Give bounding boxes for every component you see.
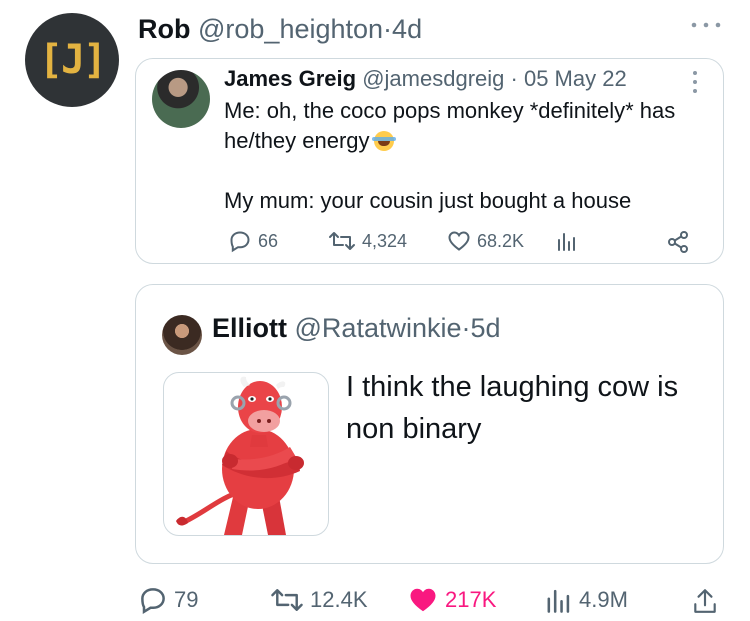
meta-separator: · — [510, 66, 518, 91]
quoted-retweet-count-label: 4,324 — [362, 230, 408, 251]
meta-separator: · — [461, 313, 471, 343]
heart-filled-icon — [410, 588, 436, 612]
reply-icon — [141, 588, 165, 614]
like-button[interactable]: 217K — [407, 585, 496, 615]
quoted-reply-count-label: 66 — [258, 230, 279, 251]
author-avatar[interactable]: [J] — [25, 13, 119, 107]
nested-tweet-text: I think the laughing cow is non binary — [346, 371, 679, 445]
author-name[interactable]: Rob — [138, 14, 190, 44]
more-horizontal-icon[interactable] — [688, 18, 724, 32]
red-cow-cartoon-image[interactable] — [163, 372, 329, 536]
tweet-time[interactable]: 4d — [392, 14, 422, 44]
retweet-icon — [271, 589, 303, 611]
nested-author-avatar[interactable] — [162, 315, 202, 355]
views-button[interactable]: 4.9M — [545, 585, 628, 615]
nested-author-name[interactable]: Elliott — [212, 313, 287, 343]
quoted-text-line2: My mum: your cousin just bought a house — [224, 188, 632, 213]
laughing-tears-emoji-icon — [371, 131, 396, 151]
retweet-button[interactable]: 12.4K — [270, 585, 368, 615]
reply-count: 79 — [174, 587, 199, 612]
quoted-reply-count[interactable]: 66 — [228, 229, 278, 253]
quoted-retweet-count[interactable]: 4,324 — [328, 229, 407, 253]
author-handle[interactable]: @rob_heighton — [198, 14, 383, 44]
quoted-tweet-date[interactable]: 05 May 22 — [524, 66, 627, 91]
avatar-logo-text: [J] — [38, 37, 107, 83]
like-count: 217K — [445, 587, 497, 612]
quoted-author-name[interactable]: James Greig — [224, 66, 356, 91]
reply-button[interactable]: 79 — [138, 585, 198, 615]
quoted-author-avatar[interactable] — [152, 70, 210, 128]
retweet-count: 12.4K — [310, 587, 368, 612]
reply-icon — [230, 231, 250, 253]
more-vertical-icon[interactable] — [692, 70, 698, 94]
quoted-author-handle[interactable]: @jamesdgreig — [362, 66, 504, 91]
quoted-like-count-label: 68.2K — [477, 230, 525, 251]
red-cow-illustration — [176, 376, 304, 535]
quoted-like-count[interactable]: 68.2K — [447, 229, 524, 253]
nested-author-handle[interactable]: @Ratatwinkie — [295, 313, 462, 343]
tweet-header: Rob @rob_heighton·4d — [138, 14, 422, 45]
nested-tweet-header: Elliott @Ratatwinkie·5d — [212, 313, 501, 344]
quoted-tweet-header: James Greig @jamesdgreig · 05 May 22 — [224, 66, 627, 92]
meta-separator: · — [383, 14, 393, 44]
views-icon — [547, 589, 570, 613]
heart-outline-icon — [448, 231, 470, 251]
retweet-icon — [329, 232, 355, 250]
share-icon[interactable] — [692, 587, 718, 615]
quoted-text-line1: Me: oh, the coco pops monkey *definitely… — [224, 98, 682, 153]
share-link-icon[interactable] — [666, 230, 690, 254]
view-count: 4.9M — [579, 587, 628, 612]
quoted-tweet-text: Me: oh, the coco pops monkey *definitely… — [224, 96, 714, 216]
nested-tweet-time[interactable]: 5d — [471, 313, 501, 343]
views-icon[interactable] — [556, 230, 578, 252]
